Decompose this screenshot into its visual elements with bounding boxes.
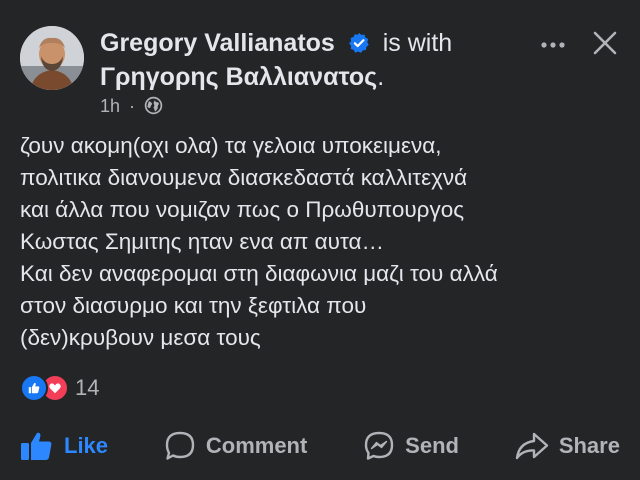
reaction-count: 14 [75, 375, 100, 400]
post-header: Gregory Vallianatos is with Γρηγορης Βαλ… [20, 26, 620, 116]
like-reaction-icon [20, 374, 48, 402]
tagged-suffix: . [377, 63, 385, 91]
comment-button[interactable]: Comment [164, 424, 307, 468]
like-button[interactable]: Like [20, 424, 108, 468]
share-label: Share [558, 433, 620, 458]
close-icon [593, 31, 617, 55]
more-options-button[interactable] [536, 30, 570, 60]
tagged-line: Γρηγορης Βαλλιανατος. [100, 62, 384, 92]
post-meta: 1h · [100, 96, 163, 119]
post-card: Gregory Vallianatos is with Γρηγορης Βαλ… [0, 0, 640, 480]
close-button[interactable] [590, 28, 620, 58]
tagged-person-name[interactable]: Γρηγορης Βαλλιανατος [100, 63, 377, 91]
meta-separator: · [129, 96, 136, 116]
globe-icon[interactable] [144, 96, 163, 119]
author-line: Gregory Vallianatos is with [100, 28, 452, 61]
send-label: Send [405, 433, 459, 458]
author-name[interactable]: Gregory Vallianatos [100, 29, 335, 57]
post-body-text: ζουν ακομη(οχι ολα) τα γελοια υποκειμενα… [20, 133, 498, 350]
post-action-bar: Like Comment Send Share [20, 424, 620, 468]
post-time[interactable]: 1h [100, 96, 120, 116]
reactions-summary[interactable]: 14 [20, 374, 99, 402]
thumbs-up-icon [21, 432, 52, 460]
like-label: Like [64, 433, 109, 458]
verified-badge-icon [348, 31, 370, 61]
send-button[interactable]: Send [363, 424, 459, 468]
messenger-icon [364, 431, 394, 460]
comment-icon [165, 431, 195, 460]
avatar[interactable] [20, 26, 84, 90]
avatar-photo [20, 26, 84, 90]
share-arrow-icon [515, 432, 549, 460]
is-with-text: is with [382, 29, 453, 57]
share-button[interactable]: Share [515, 424, 620, 468]
more-dots-icon [541, 42, 565, 48]
comment-label: Comment [205, 433, 308, 458]
